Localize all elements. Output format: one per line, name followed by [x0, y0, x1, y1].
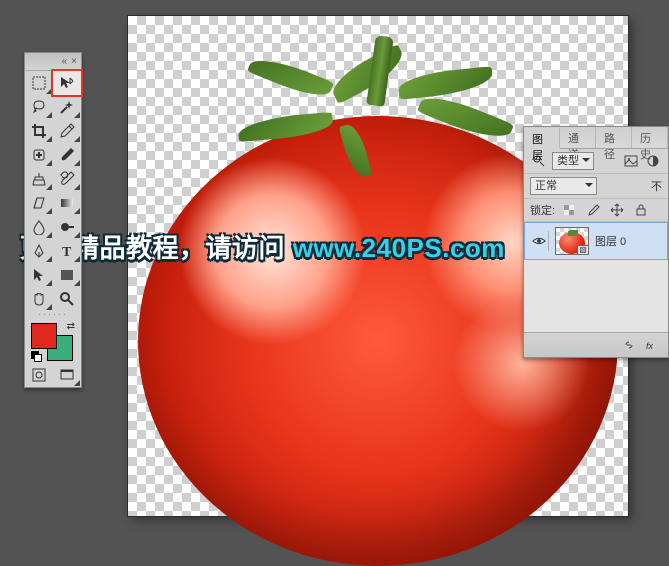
eyedropper-tool[interactable]: [53, 119, 81, 143]
hand-tool[interactable]: [25, 287, 53, 311]
link-layers-icon[interactable]: [620, 337, 638, 353]
watermark-text: 更多精品教程，请访问 www.240PS.com: [20, 228, 505, 265]
lock-label: 锁定:: [530, 202, 555, 218]
blend-mode-select[interactable]: 正常: [530, 177, 597, 195]
layer-thumbnail[interactable]: ▧: [555, 227, 589, 255]
tab-channels[interactable]: 通道: [560, 127, 596, 148]
tab-layers[interactable]: 图层: [524, 128, 560, 149]
history-brush-tool[interactable]: [53, 167, 81, 191]
magic-wand-tool[interactable]: [53, 95, 81, 119]
layers-panel: 图层 通道 路径 历史 类型 正常 不 锁定:: [523, 126, 669, 358]
blur-tool[interactable]: [25, 215, 53, 239]
svg-text:T: T: [62, 245, 72, 259]
eye-icon: [532, 234, 546, 248]
layer-fx-icon[interactable]: fx: [644, 337, 662, 353]
tools-panel-header[interactable]: « ×: [25, 53, 81, 71]
lock-all-icon[interactable]: [631, 202, 651, 218]
rectangle-shape-tool[interactable]: [53, 263, 81, 287]
tools-panel: « ×: [24, 52, 82, 388]
filter-adjust-icon[interactable]: [644, 153, 662, 169]
spot-healing-brush-tool[interactable]: [25, 143, 53, 167]
layer-item-0[interactable]: ▧ 图层 0: [524, 222, 668, 260]
layer-filter-select[interactable]: 类型: [552, 152, 594, 170]
dodge-tool[interactable]: [53, 215, 81, 239]
clone-stamp-tool[interactable]: [25, 167, 53, 191]
gradient-tool[interactable]: [53, 191, 81, 215]
lock-position-icon[interactable]: [607, 202, 627, 218]
swap-colors-icon[interactable]: ⇄: [67, 321, 75, 332]
layer-list: ▧ 图层 0: [524, 222, 668, 332]
svg-text:fx: fx: [646, 341, 654, 351]
pen-tool[interactable]: [25, 239, 53, 263]
panel-collapse-icon[interactable]: «: [62, 56, 68, 67]
smart-object-badge-icon: ▧: [577, 245, 589, 255]
path-selection-tool[interactable]: [25, 263, 53, 287]
lasso-tool[interactable]: [25, 95, 53, 119]
lock-row: 锁定:: [524, 199, 668, 222]
tab-paths[interactable]: 路径: [596, 127, 632, 148]
layers-panel-footer: fx: [524, 332, 668, 357]
opacity-label: 不: [651, 178, 662, 194]
crop-tool[interactable]: [25, 119, 53, 143]
brush-tool[interactable]: [53, 143, 81, 167]
lock-transparency-icon[interactable]: [559, 202, 579, 218]
tools-grid: T ······ ⇄: [25, 71, 81, 387]
foreground-color-swatch[interactable]: [31, 323, 57, 349]
layer-name-label[interactable]: 图层 0: [595, 233, 626, 249]
filter-image-icon[interactable]: [622, 153, 640, 169]
zoom-tool[interactable]: [53, 287, 81, 311]
eraser-tool[interactable]: [25, 191, 53, 215]
type-tool[interactable]: T: [53, 239, 81, 263]
layer-filter-row: 类型: [524, 149, 668, 174]
screen-mode-icon[interactable]: [53, 363, 81, 387]
move-tool[interactable]: [53, 71, 81, 95]
blend-mode-row: 正常 不: [524, 174, 668, 199]
lock-image-icon[interactable]: [583, 202, 603, 218]
layer-visibility-toggle[interactable]: [529, 231, 549, 251]
tab-history[interactable]: 历史: [632, 127, 668, 148]
rectangular-marquee-tool[interactable]: [25, 71, 53, 95]
panel-close-icon[interactable]: ×: [71, 56, 77, 67]
standard-mode-icon[interactable]: [25, 363, 53, 387]
layers-panel-tabs: 图层 通道 路径 历史: [524, 127, 668, 149]
default-colors-icon[interactable]: [31, 351, 41, 361]
color-swatches: ⇄: [25, 317, 81, 363]
